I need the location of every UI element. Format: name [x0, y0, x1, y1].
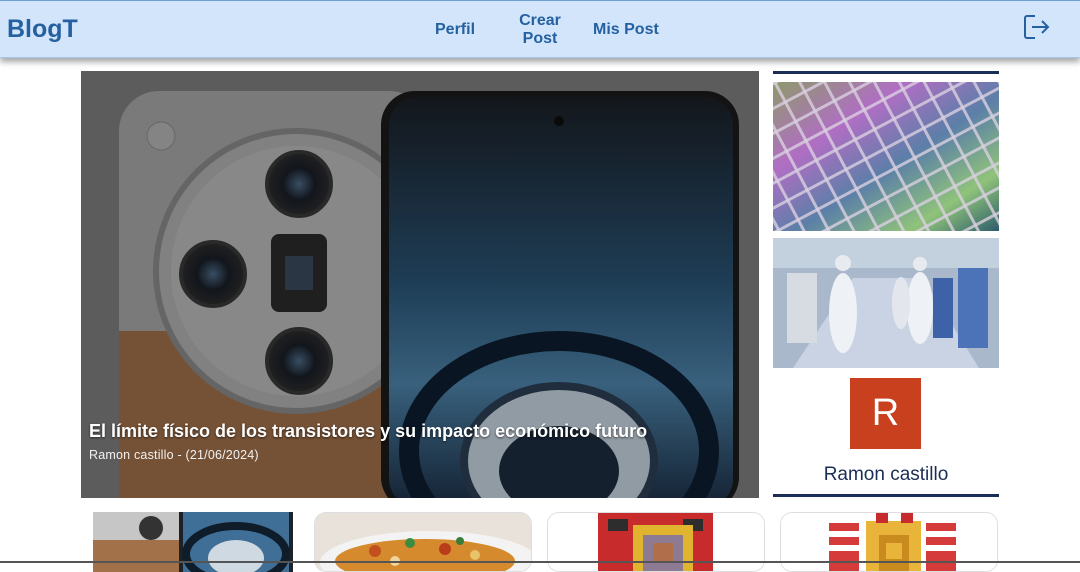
sidebar-post-thumbnail[interactable] — [773, 238, 999, 368]
author-sidebar: R Ramon castillo — [773, 71, 999, 498]
post-card[interactable] — [314, 512, 532, 572]
featured-post[interactable]: El límite físico de los transistores y s… — [81, 71, 759, 498]
logout-icon[interactable] — [1023, 14, 1051, 40]
nav-mis-post[interactable]: Mis Post — [593, 21, 659, 39]
post-card[interactable] — [81, 512, 299, 572]
post-card[interactable] — [780, 512, 998, 572]
post-card-image — [781, 513, 997, 571]
post-card[interactable] — [547, 512, 765, 572]
nav-crear-post[interactable]: Crear Post — [514, 12, 566, 48]
post-card-image — [548, 513, 764, 571]
featured-post-meta: Ramon castillo - (21/06/2024) — [89, 448, 259, 462]
wafer-image — [773, 82, 999, 231]
post-card-image — [81, 512, 299, 572]
author-name[interactable]: Ramon castillo — [773, 464, 999, 486]
sidebar-bottom-divider — [773, 494, 999, 497]
post-card-image — [315, 513, 531, 571]
featured-post-title[interactable]: El límite físico de los transistores y s… — [89, 421, 647, 442]
top-navbar: BlogT Perfil Crear Post Mis Post — [0, 0, 1080, 58]
sidebar-top-divider — [773, 71, 999, 74]
brand-logo[interactable]: BlogT — [7, 15, 78, 44]
cleanroom-image — [773, 238, 999, 368]
nav-perfil[interactable]: Perfil — [435, 21, 475, 39]
author-avatar[interactable]: R — [850, 378, 921, 449]
sidebar-post-thumbnail[interactable] — [773, 82, 999, 231]
